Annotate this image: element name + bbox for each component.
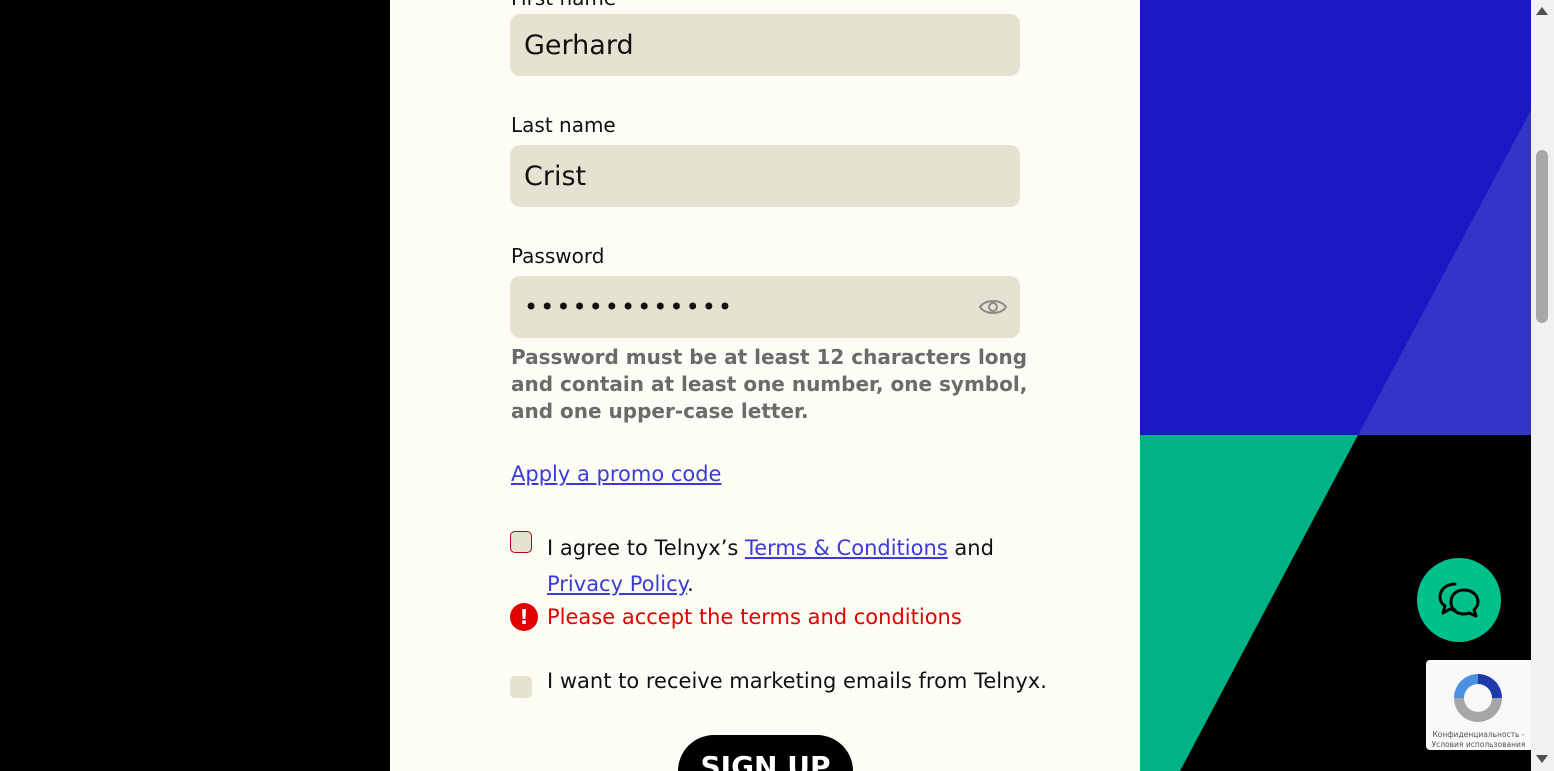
- scroll-thumb[interactable]: [1536, 150, 1548, 323]
- decorative-art-panel: [1140, 0, 1531, 771]
- scroll-up-arrow-icon[interactable]: [1536, 7, 1548, 15]
- terms-suffix: .: [687, 572, 694, 596]
- last-name-label: Last name: [511, 113, 616, 137]
- password-input[interactable]: •••••••••••••: [510, 276, 1020, 338]
- terms-prefix: I agree to Telnyx’s: [547, 536, 745, 560]
- terms-error-message: Please accept the terms and conditions: [547, 605, 962, 629]
- first-name-label: First name: [511, 0, 616, 10]
- privacy-policy-link[interactable]: Privacy Policy: [547, 572, 687, 596]
- scroll-down-arrow-icon[interactable]: [1536, 755, 1548, 763]
- chat-button[interactable]: [1417, 558, 1501, 642]
- left-background: [0, 0, 390, 771]
- password-value: •••••••••••••: [524, 293, 735, 321]
- promo-code-link[interactable]: Apply a promo code: [511, 462, 721, 486]
- signup-button[interactable]: SIGN UP: [678, 735, 853, 771]
- green-block: [1140, 435, 1358, 771]
- geometric-art: [1140, 0, 1531, 771]
- terms-conditions-link[interactable]: Terms & Conditions: [745, 536, 948, 560]
- marketing-checkbox[interactable]: [510, 676, 532, 698]
- marketing-label: I want to receive marketing emails from …: [547, 669, 1047, 693]
- first-name-input[interactable]: Gerhard: [510, 14, 1020, 76]
- signup-form-panel: First name Gerhard Last name Crist Passw…: [390, 0, 1140, 771]
- page-scrollbar[interactable]: [1531, 0, 1554, 771]
- password-label: Password: [511, 244, 605, 268]
- terms-checkbox[interactable]: [510, 531, 532, 553]
- terms-label: I agree to Telnyx’s Terms & Conditions a…: [547, 530, 1017, 602]
- recaptcha-links[interactable]: Конфиденциальность - Условия использован…: [1426, 730, 1531, 750]
- eye-icon[interactable]: [978, 294, 1008, 320]
- last-name-value: Crist: [524, 160, 587, 192]
- first-name-value: Gerhard: [524, 29, 634, 61]
- recaptcha-privacy[interactable]: Конфиденциальность -: [1432, 730, 1524, 739]
- recaptcha-logo-icon: [1454, 674, 1502, 722]
- password-hint: Password must be at least 12 characters …: [511, 345, 1028, 423]
- recaptcha-badge[interactable]: Конфиденциальность - Условия использован…: [1426, 660, 1531, 750]
- terms-middle: and: [947, 536, 994, 560]
- last-name-input[interactable]: Crist: [510, 145, 1020, 207]
- recaptcha-terms[interactable]: Условия использования: [1432, 740, 1526, 749]
- chat-bubbles-icon: [1438, 582, 1480, 618]
- exclamation-circle-icon: !: [510, 603, 538, 631]
